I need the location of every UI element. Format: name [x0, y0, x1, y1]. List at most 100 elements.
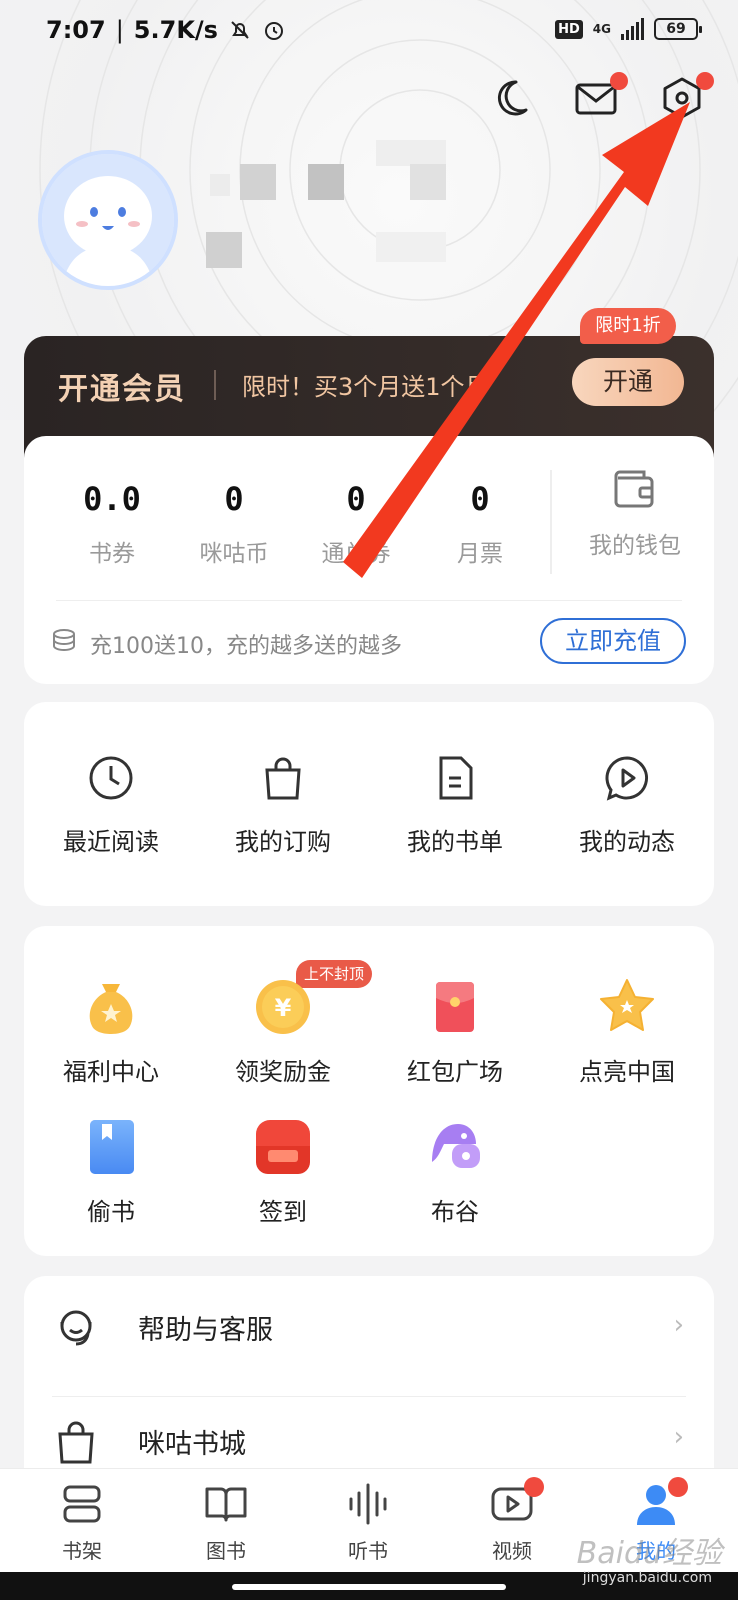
home-indicator: [232, 1584, 506, 1590]
vip-discount-badge: 限时1折: [580, 308, 676, 344]
quick-link-label: 我的订购: [235, 828, 331, 856]
bird-icon: [432, 1124, 480, 1168]
quick-link-label: 最近阅读: [63, 828, 159, 856]
stat-value: 0.0: [83, 480, 141, 518]
stat-label: 书券: [89, 541, 135, 567]
notification-dot: [668, 1477, 688, 1497]
red-envelope-icon: [436, 982, 474, 1032]
signal-icon: [621, 18, 644, 40]
help-service-row[interactable]: 帮助与客服 ›: [24, 1276, 714, 1380]
header-actions: [488, 72, 714, 120]
messages-button[interactable]: [574, 72, 628, 120]
notification-dot: [524, 1477, 544, 1497]
my-booklist-button[interactable]: 我的书单: [380, 754, 530, 857]
hd-badge: HD: [555, 19, 583, 39]
username-blurred: [206, 140, 450, 270]
clock-icon: [89, 756, 133, 800]
avatar-face-icon: [42, 154, 174, 286]
red-envelope-square-button[interactable]: 红包广场: [380, 976, 530, 1087]
menu-label: 咪咕书城: [138, 1429, 246, 1460]
bookshelf-icon: [63, 1485, 101, 1523]
moon-icon: [497, 80, 528, 116]
menu-label: 帮助与客服: [138, 1315, 273, 1346]
vip-divider: [214, 370, 216, 400]
quick-link-label: 我的书单: [407, 828, 503, 856]
stat-label: 咪咕币: [199, 541, 269, 567]
welfare-label: 点亮中国: [579, 1058, 675, 1086]
yen-coin-icon: ¥: [256, 980, 310, 1034]
stat-label: 月票: [457, 541, 503, 567]
welfare-label: 偷书: [87, 1198, 135, 1226]
star-icon: [600, 979, 654, 1031]
notification-dot: [696, 72, 714, 90]
svg-text:¥: ¥: [275, 994, 292, 1022]
nav-label: 书架: [62, 1539, 102, 1563]
network-type: 4G: [592, 22, 611, 36]
alarm-icon: [264, 22, 283, 40]
status-speed: 5.7K/s: [133, 16, 218, 44]
welfare-label: 领奖励金: [235, 1058, 331, 1086]
document-icon: [439, 756, 473, 800]
my-orders-button[interactable]: 我的订购: [208, 754, 358, 857]
bag-icon: [58, 1421, 94, 1464]
chevron-right-icon: ›: [673, 1310, 684, 1340]
stat-book-coupon[interactable]: 0.0 书券: [52, 480, 172, 568]
steal-book-button[interactable]: 偷书: [36, 1116, 186, 1227]
quick-links-card: 最近阅读 我的订购 我的书单 我的动态: [24, 702, 714, 906]
nav-audiobooks[interactable]: 听书: [308, 1481, 428, 1564]
audio-wave-icon: [349, 1483, 387, 1525]
shopping-bag-icon: [265, 757, 301, 800]
customer-service-icon: [60, 1310, 92, 1346]
watermark-url: jingyan.baidu.com: [582, 1570, 712, 1586]
welfare-label: 红包广场: [407, 1058, 503, 1086]
open-book-icon: [205, 1487, 247, 1522]
stat-exchange-coupon[interactable]: 0 通兑券: [296, 480, 416, 568]
vip-open-button[interactable]: 开通: [572, 358, 684, 406]
settings-button[interactable]: [660, 72, 714, 120]
welfare-center-button[interactable]: 福利中心: [36, 976, 186, 1087]
wallet-card: 0.0 书券 0 咪咕币 0 通兑券 0 月票 我的钱包 充100送10，充的越…: [24, 436, 714, 684]
status-time: 7:07: [46, 16, 106, 44]
welfare-label: 福利中心: [63, 1058, 159, 1086]
nav-bookshelf[interactable]: 书架: [22, 1481, 142, 1564]
welfare-card: 福利中心 上不封顶 ¥ 领奖励金 红包广场 点亮中国 偷书 签到 布谷: [24, 926, 714, 1256]
vip-promo-text: 限时！买3个月送1个月: [242, 373, 489, 401]
mute-bell-icon: [231, 21, 249, 39]
quick-link-label: 我的动态: [579, 828, 675, 856]
wallet-divider: [550, 470, 552, 574]
watermark-logo: Baidu经验: [576, 1536, 722, 1571]
nav-books[interactable]: 图书: [166, 1481, 286, 1564]
claim-reward-button[interactable]: ¥ 领奖励金: [208, 976, 358, 1087]
stat-monthly-ticket[interactable]: 0 月票: [420, 480, 540, 568]
welfare-label: 布谷: [431, 1198, 479, 1226]
notification-dot: [610, 72, 628, 90]
checkin-icon: [256, 1120, 310, 1174]
play-bubble-icon: [605, 756, 648, 801]
my-activity-button[interactable]: 我的动态: [552, 754, 702, 857]
night-mode-button[interactable]: [488, 76, 532, 120]
bugu-button[interactable]: 布谷: [380, 1116, 530, 1227]
avatar[interactable]: [38, 150, 178, 290]
recharge-button[interactable]: 立即充值: [540, 618, 686, 664]
vip-title: 开通会员: [58, 372, 186, 407]
recent-reading-button[interactable]: 最近阅读: [36, 754, 186, 857]
stat-value: 0: [346, 480, 366, 518]
coins-icon: [53, 629, 75, 652]
book-icon: [90, 1120, 134, 1174]
nav-label: 图书: [206, 1539, 246, 1563]
light-up-china-button[interactable]: 点亮中国: [552, 976, 702, 1087]
welfare-label: 签到: [259, 1198, 307, 1226]
checkin-button[interactable]: 签到: [208, 1116, 358, 1227]
wallet-label: 我的钱包: [589, 533, 681, 559]
stat-value: 0: [470, 480, 490, 518]
nav-label: 听书: [348, 1539, 388, 1563]
stat-migu-coin[interactable]: 0 咪咕币: [174, 480, 294, 568]
nav-video[interactable]: 视频: [452, 1477, 572, 1564]
stat-value: 0: [224, 480, 244, 518]
stat-label: 通兑券: [321, 541, 391, 567]
recharge-promo-text: 充100送10，充的越多送的越多: [90, 634, 402, 659]
wallet-icon: [614, 470, 654, 508]
status-bar: 7:07 | 5.7K/s HD 4G 69: [0, 0, 738, 64]
wallet-separator: [56, 600, 682, 601]
my-wallet-button[interactable]: 我的钱包: [560, 466, 710, 560]
